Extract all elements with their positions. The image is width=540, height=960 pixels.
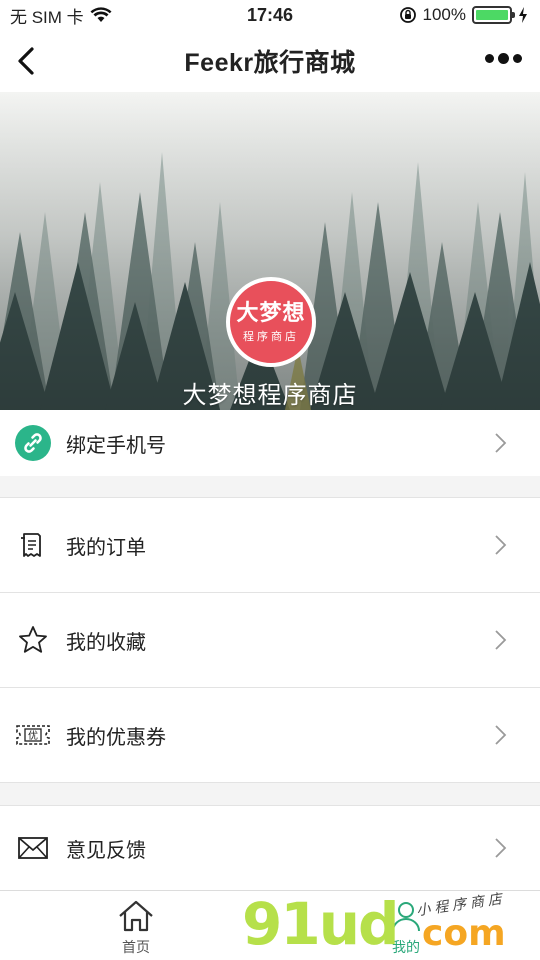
menu-label-coupons: 我的优惠券 xyxy=(66,726,166,749)
charging-icon xyxy=(519,7,527,23)
page-title: Feekr旅行商城 xyxy=(184,49,356,77)
chevron-right-icon xyxy=(495,630,507,650)
star-icon xyxy=(15,622,51,658)
orientation-lock-icon xyxy=(399,7,416,23)
battery-fill xyxy=(476,10,508,20)
wifi-icon xyxy=(90,7,112,22)
store-banner: 大梦想 程序商店 大梦想程序商店 xyxy=(0,92,540,410)
menu-item-bind-phone[interactable]: 绑定手机号 xyxy=(0,410,540,476)
home-icon xyxy=(119,900,153,932)
status-bar: 无 SIM 卡 17:46 100% xyxy=(0,0,540,30)
menu-item-favorites[interactable]: 我的收藏 xyxy=(0,593,540,687)
row-divider xyxy=(0,782,540,783)
chevron-left-icon[interactable] xyxy=(12,44,42,78)
store-name: 大梦想程序商店 xyxy=(182,382,358,409)
coupon-icon-text: 优 xyxy=(28,729,38,742)
menu-label-feedback: 意见反馈 xyxy=(66,839,146,862)
tab-mine[interactable]: 我的 xyxy=(386,899,426,957)
status-right: 100% xyxy=(399,5,528,25)
user-icon xyxy=(392,902,420,932)
link-icon xyxy=(15,425,51,461)
coupon-icon: 优 xyxy=(15,717,51,753)
chevron-right-icon xyxy=(495,433,507,453)
battery-icon xyxy=(472,6,515,24)
battery-percent: 100% xyxy=(422,5,466,24)
tab-bar: 首页 我的 xyxy=(0,890,540,960)
menu-label-favorites: 我的收藏 xyxy=(66,631,146,654)
tab-home-label: 首页 xyxy=(122,939,150,955)
more-dot xyxy=(513,54,522,63)
menu-item-feedback[interactable]: 意见反馈 xyxy=(0,806,540,890)
chevron-right-icon xyxy=(495,725,507,745)
nav-bar: Feekr旅行商城 xyxy=(0,30,540,92)
status-left: 无 SIM 卡 xyxy=(10,3,112,28)
receipt-icon xyxy=(15,527,51,563)
more-dot xyxy=(485,54,494,63)
more-dots-icon[interactable] xyxy=(485,53,522,64)
avatar-sub-text: 程序商店 xyxy=(243,331,299,343)
more-dot xyxy=(498,53,509,64)
avatar-main-text: 大梦想 xyxy=(236,300,306,325)
menu-item-orders[interactable]: 我的订单 xyxy=(0,498,540,592)
chevron-right-icon xyxy=(495,535,507,555)
chevron-right-icon xyxy=(495,838,507,858)
envelope-icon xyxy=(15,830,51,866)
menu-label-bind-phone: 绑定手机号 xyxy=(66,434,166,457)
tab-home[interactable]: 首页 xyxy=(108,899,164,957)
menu-item-coupons[interactable]: 优 我的优惠券 xyxy=(0,688,540,782)
tab-mine-label: 我的 xyxy=(392,939,420,955)
store-avatar: 大梦想 程序商店 xyxy=(226,277,316,367)
carrier-text: 无 SIM 卡 xyxy=(10,7,84,27)
menu-label-orders: 我的订单 xyxy=(66,536,146,559)
